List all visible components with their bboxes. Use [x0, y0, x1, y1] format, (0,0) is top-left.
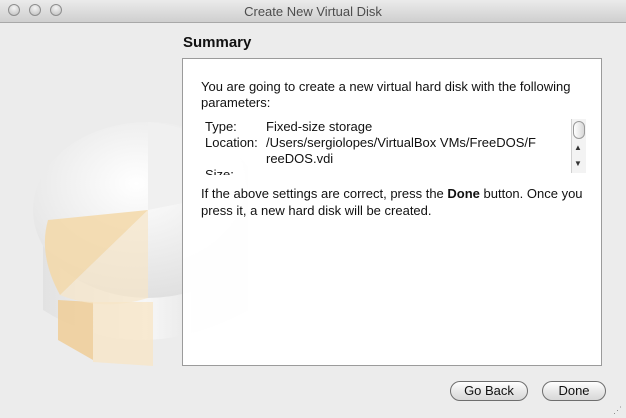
arrow-down-icon[interactable]: ▼ — [574, 159, 582, 169]
parameters-list[interactable]: Type: Fixed-size storage Location: /User… — [201, 119, 585, 175]
go-back-button[interactable]: Go Back — [450, 381, 528, 401]
param-row-type: Type: Fixed-size storage — [201, 119, 585, 135]
param-row-size: Size: — [201, 167, 585, 175]
param-row-location-cont: reeDOS.vdi — [201, 151, 585, 167]
summary-panel: You are going to create a new virtual ha… — [182, 58, 602, 366]
param-label: Size: — [205, 167, 234, 175]
scroll-thumb[interactable] — [573, 121, 585, 139]
confirmation-text: If the above settings are correct, press… — [201, 185, 591, 219]
outro-done-word: Done — [447, 186, 480, 201]
param-row-location: Location: /Users/sergiolopes/VirtualBox … — [201, 135, 585, 151]
wizard-window: Create New Virtual Disk Summary You are … — [0, 0, 626, 418]
arrow-up-icon[interactable]: ▲ — [574, 143, 582, 153]
summary-heading: Summary — [183, 34, 252, 51]
window-title: Create New Virtual Disk — [244, 4, 382, 19]
param-label: Location: — [205, 135, 258, 150]
param-value: /Users/sergiolopes/VirtualBox VMs/FreeDO… — [266, 135, 536, 150]
done-button[interactable]: Done — [542, 381, 606, 401]
param-value: Fixed-size storage — [266, 119, 373, 134]
outro-prefix: If the above settings are correct, press… — [201, 186, 448, 201]
param-label: Type: — [205, 119, 237, 134]
parameters-scrollbar[interactable]: ▲ ▼ — [571, 119, 586, 173]
intro-text: You are going to create a new virtual ha… — [201, 79, 571, 110]
title-bar[interactable]: Create New Virtual Disk — [0, 0, 626, 23]
param-value: reeDOS.vdi — [266, 151, 334, 166]
resize-grip-icon[interactable]: ⋰ — [613, 405, 623, 415]
